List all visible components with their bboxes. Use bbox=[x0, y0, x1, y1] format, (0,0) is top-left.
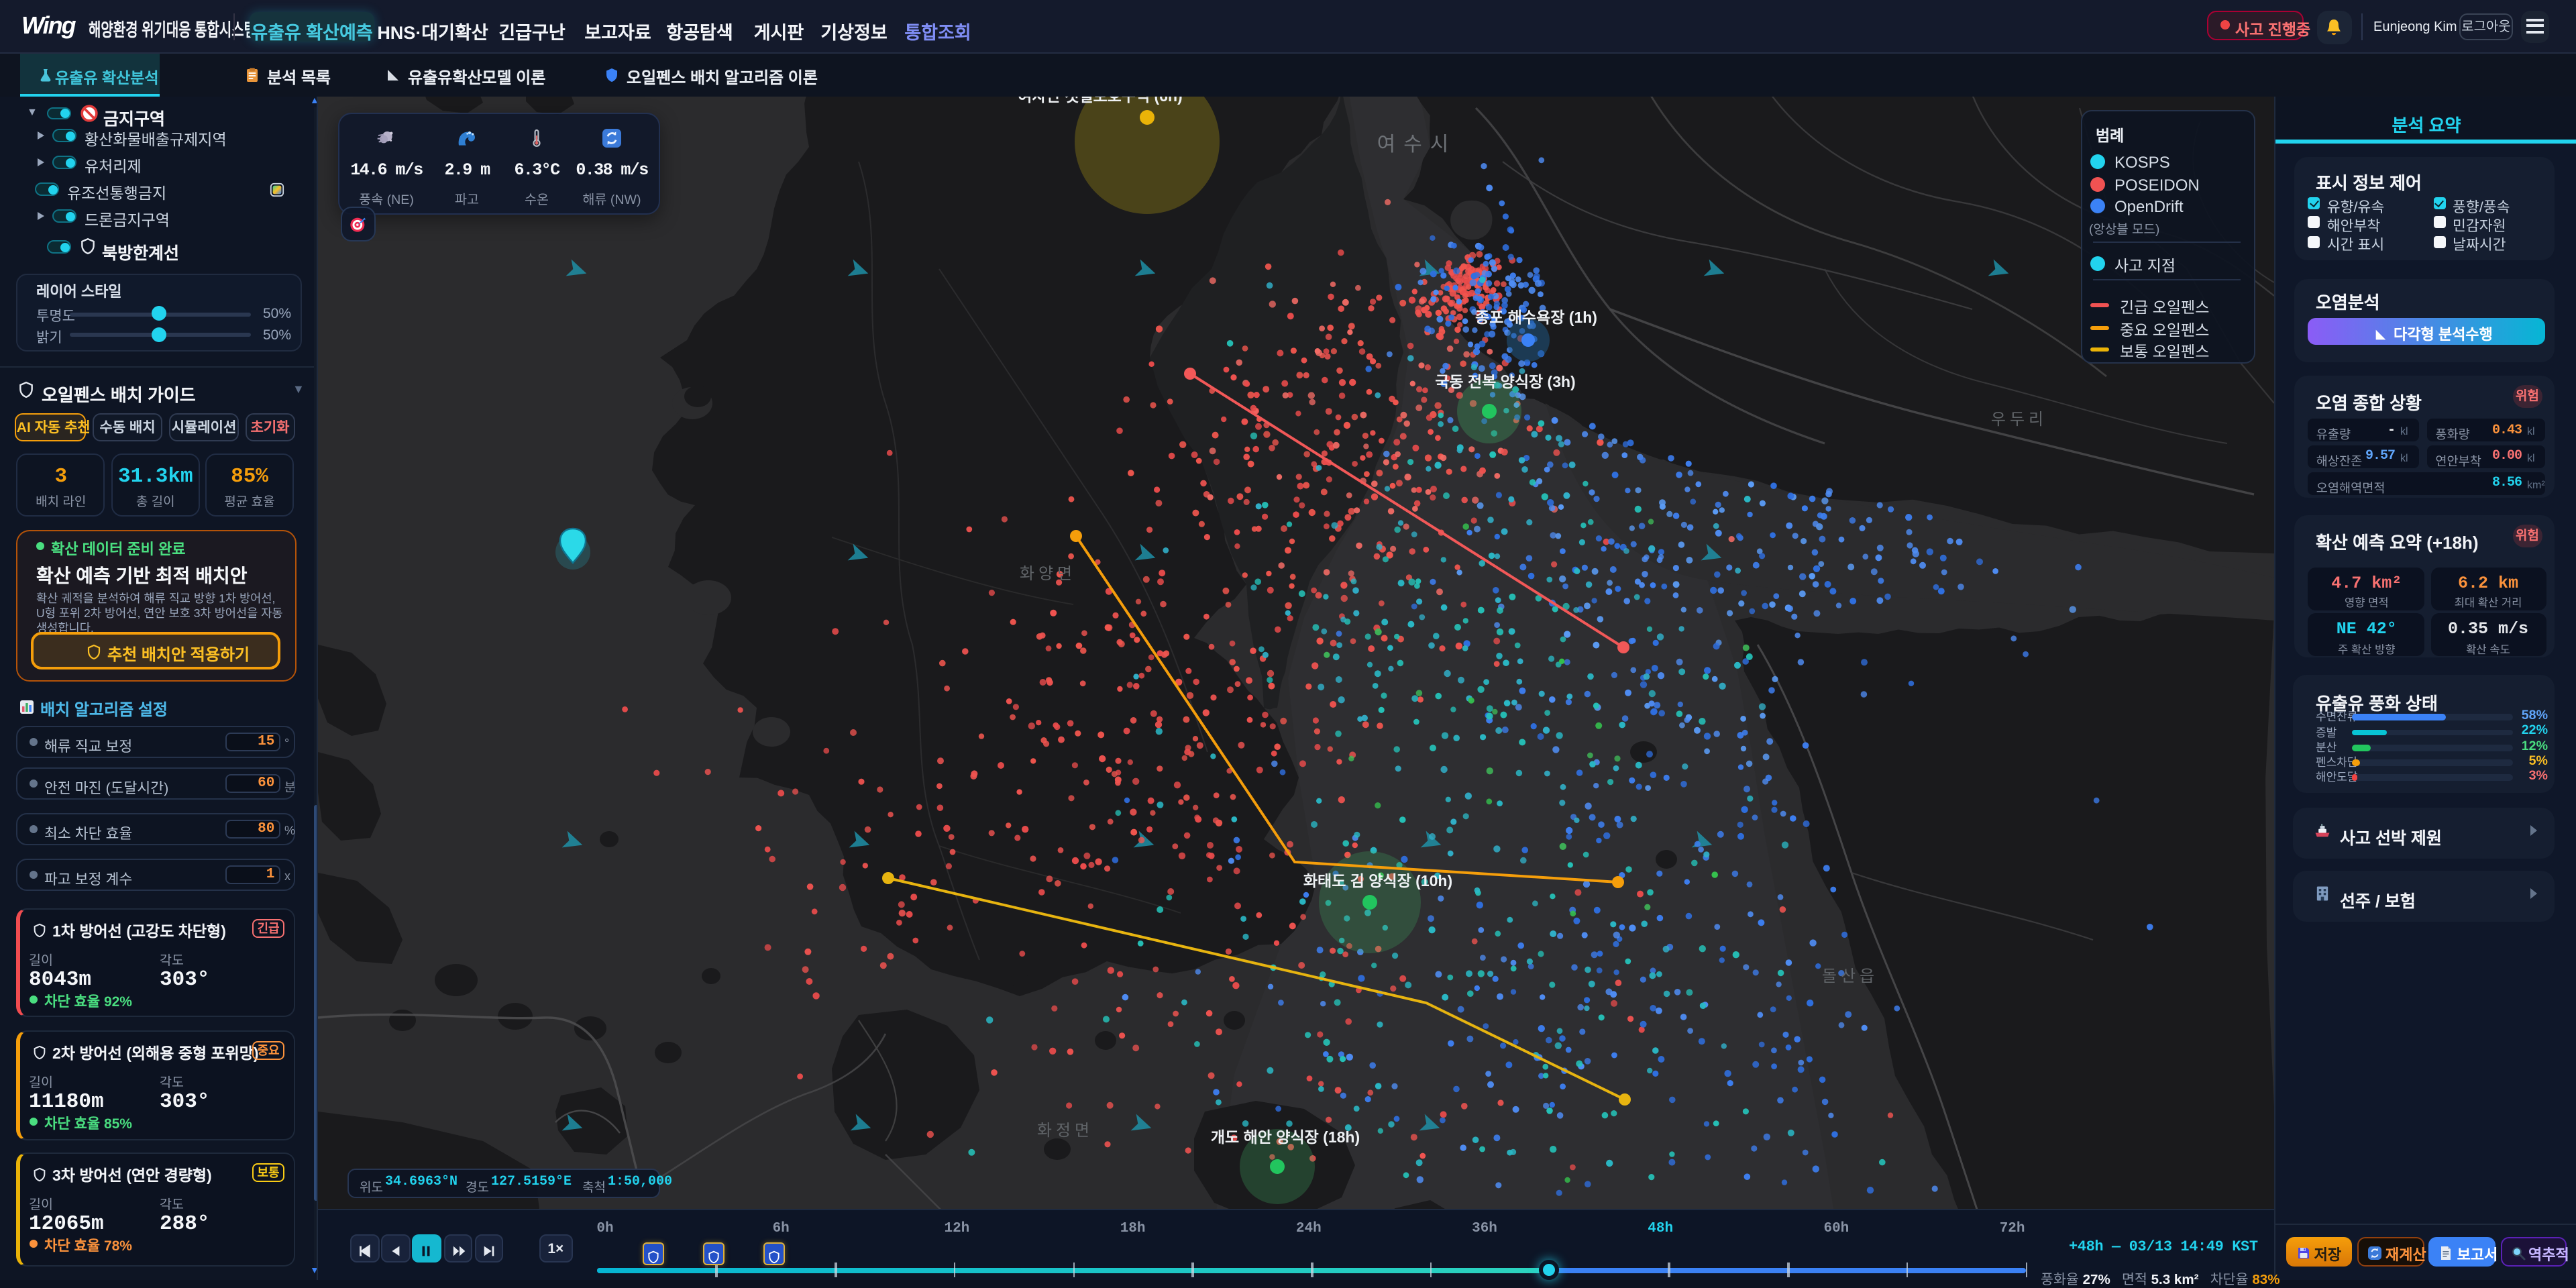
svg-text:여수시: 여수시 bbox=[1377, 133, 1457, 155]
svg-text:개도 해안 양식장 (18h): 개도 해안 양식장 (18h) bbox=[1211, 1128, 1360, 1145]
svg-text:화태도 김 양식장 (10h): 화태도 김 양식장 (10h) bbox=[1303, 871, 1452, 889]
svg-text:화정면: 화정면 bbox=[1037, 1121, 1093, 1139]
svg-text:돌산읍: 돌산읍 bbox=[1822, 967, 1878, 985]
svg-text:종포 해수욕장 (1h): 종포 해수욕장 (1h) bbox=[1475, 308, 1597, 325]
svg-text:여자만 갯벌보호구역 (6h): 여자만 갯벌보호구역 (6h) bbox=[1018, 96, 1182, 104]
svg-text:화양면: 화양면 bbox=[1020, 564, 1076, 582]
svg-text:우두리: 우두리 bbox=[1991, 410, 2047, 428]
svg-text:국동 전복 양식장 (3h): 국동 전복 양식장 (3h) bbox=[1435, 372, 1575, 390]
